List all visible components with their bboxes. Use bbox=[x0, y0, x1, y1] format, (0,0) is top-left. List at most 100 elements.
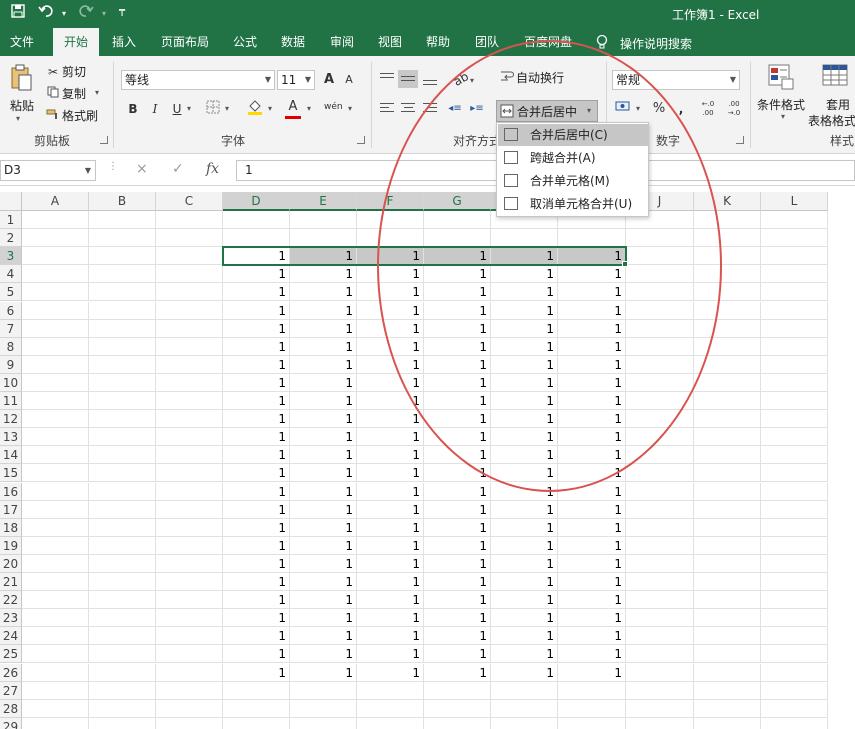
cell-j8[interactable] bbox=[626, 337, 694, 356]
cell-f26[interactable]: 1 bbox=[357, 663, 424, 682]
cell-g17[interactable]: 1 bbox=[424, 500, 491, 519]
cell-l19[interactable] bbox=[761, 536, 828, 555]
confirm-entry-button[interactable]: ✓ bbox=[172, 161, 184, 177]
cell-j11[interactable] bbox=[626, 392, 694, 410]
row-header-18[interactable]: 18 bbox=[0, 518, 22, 537]
cell-l8[interactable] bbox=[761, 337, 828, 356]
decrease-decimal-button[interactable]: .00 →.0 bbox=[722, 100, 746, 118]
cell-h23[interactable]: 1 bbox=[491, 609, 558, 628]
cell-l5[interactable] bbox=[761, 283, 828, 302]
cell-a1[interactable] bbox=[22, 211, 89, 229]
row-header-13[interactable]: 13 bbox=[0, 428, 22, 447]
cell-a5[interactable] bbox=[22, 283, 89, 302]
cell-i2[interactable] bbox=[558, 229, 626, 248]
font-size-select[interactable]: 11 ▼ bbox=[277, 70, 315, 90]
tab-insert[interactable]: 插入 bbox=[104, 28, 144, 56]
cell-c7[interactable] bbox=[156, 319, 223, 338]
cell-b14[interactable] bbox=[89, 446, 156, 465]
redo-dropdown-icon[interactable]: ▾ bbox=[94, 4, 114, 24]
cell-k27[interactable] bbox=[694, 681, 761, 700]
cell-j20[interactable] bbox=[626, 554, 694, 573]
cell-l17[interactable] bbox=[761, 500, 828, 519]
cell-l25[interactable] bbox=[761, 645, 828, 664]
cell-d13[interactable]: 1 bbox=[223, 428, 290, 447]
italic-button[interactable]: I bbox=[146, 100, 164, 118]
cell-d6[interactable]: 1 bbox=[223, 301, 290, 320]
cell-e7[interactable]: 1 bbox=[290, 319, 357, 338]
row-header-17[interactable]: 17 bbox=[0, 500, 22, 519]
cell-f7[interactable]: 1 bbox=[357, 319, 424, 338]
cell-j22[interactable] bbox=[626, 591, 694, 610]
cell-c27[interactable] bbox=[156, 681, 223, 700]
cell-i28[interactable] bbox=[558, 699, 626, 718]
cell-h18[interactable]: 1 bbox=[491, 518, 558, 537]
cell-h6[interactable]: 1 bbox=[491, 301, 558, 320]
cell-k14[interactable] bbox=[694, 446, 761, 465]
cell-k29[interactable] bbox=[694, 717, 761, 729]
cell-f20[interactable]: 1 bbox=[357, 554, 424, 573]
cell-c4[interactable] bbox=[156, 265, 223, 284]
insert-function-button[interactable]: fx bbox=[206, 161, 219, 177]
cell-a3[interactable] bbox=[22, 247, 89, 266]
paste-button[interactable]: 粘贴 bbox=[10, 97, 34, 114]
cell-d3[interactable]: 1 bbox=[223, 247, 290, 266]
cell-f12[interactable]: 1 bbox=[357, 410, 424, 429]
cell-g23[interactable]: 1 bbox=[424, 609, 491, 628]
cell-i17[interactable]: 1 bbox=[558, 500, 626, 519]
cell-h3[interactable]: 1 bbox=[491, 247, 558, 266]
cell-h20[interactable]: 1 bbox=[491, 554, 558, 573]
cell-a20[interactable] bbox=[22, 554, 89, 573]
cell-g14[interactable]: 1 bbox=[424, 446, 491, 465]
cell-f1[interactable] bbox=[357, 211, 424, 229]
cell-d4[interactable]: 1 bbox=[223, 265, 290, 284]
align-bottom-icon[interactable] bbox=[420, 70, 440, 88]
cell-f11[interactable]: 1 bbox=[357, 392, 424, 410]
cell-h14[interactable]: 1 bbox=[491, 446, 558, 465]
undo-dropdown-icon[interactable]: ▾ bbox=[54, 4, 74, 24]
column-header-c[interactable]: C bbox=[156, 192, 223, 211]
cell-b24[interactable] bbox=[89, 627, 156, 646]
cell-c6[interactable] bbox=[156, 301, 223, 320]
cell-h10[interactable]: 1 bbox=[491, 373, 558, 392]
cell-c29[interactable] bbox=[156, 717, 223, 729]
cell-d1[interactable] bbox=[223, 211, 290, 229]
increase-decimal-button[interactable]: ←.0 .00 bbox=[696, 100, 720, 118]
cell-a12[interactable] bbox=[22, 410, 89, 429]
cell-f5[interactable]: 1 bbox=[357, 283, 424, 302]
cut-icon[interactable]: ✂ bbox=[44, 63, 62, 81]
cell-a2[interactable] bbox=[22, 229, 89, 248]
font-color-button[interactable]: A bbox=[284, 98, 302, 116]
cell-d25[interactable]: 1 bbox=[223, 645, 290, 664]
cell-h21[interactable]: 1 bbox=[491, 573, 558, 591]
cell-j3[interactable] bbox=[626, 247, 694, 266]
cell-g15[interactable]: 1 bbox=[424, 464, 491, 483]
cell-g8[interactable]: 1 bbox=[424, 337, 491, 356]
cell-d28[interactable] bbox=[223, 699, 290, 718]
cell-b6[interactable] bbox=[89, 301, 156, 320]
cell-f21[interactable]: 1 bbox=[357, 573, 424, 591]
cell-a19[interactable] bbox=[22, 536, 89, 555]
cell-l13[interactable] bbox=[761, 428, 828, 447]
cell-b25[interactable] bbox=[89, 645, 156, 664]
cell-i26[interactable]: 1 bbox=[558, 663, 626, 682]
column-header-a[interactable]: A bbox=[22, 192, 89, 211]
cell-j17[interactable] bbox=[626, 500, 694, 519]
cell-j16[interactable] bbox=[626, 482, 694, 501]
underline-button[interactable]: U bbox=[168, 100, 186, 118]
tab-help[interactable]: 帮助 bbox=[418, 28, 458, 56]
cell-l16[interactable] bbox=[761, 482, 828, 501]
format-painter-button[interactable]: 格式刷 bbox=[62, 106, 98, 126]
cell-i3[interactable]: 1 bbox=[558, 247, 626, 266]
cell-j6[interactable] bbox=[626, 301, 694, 320]
cell-d29[interactable] bbox=[223, 717, 290, 729]
cell-h8[interactable]: 1 bbox=[491, 337, 558, 356]
cell-a27[interactable] bbox=[22, 681, 89, 700]
cell-g11[interactable]: 1 bbox=[424, 392, 491, 410]
cell-k17[interactable] bbox=[694, 500, 761, 519]
cell-b1[interactable] bbox=[89, 211, 156, 229]
cell-f10[interactable]: 1 bbox=[357, 373, 424, 392]
cell-l28[interactable] bbox=[761, 699, 828, 718]
cell-e24[interactable]: 1 bbox=[290, 627, 357, 646]
cell-b23[interactable] bbox=[89, 609, 156, 628]
cell-c3[interactable] bbox=[156, 247, 223, 266]
